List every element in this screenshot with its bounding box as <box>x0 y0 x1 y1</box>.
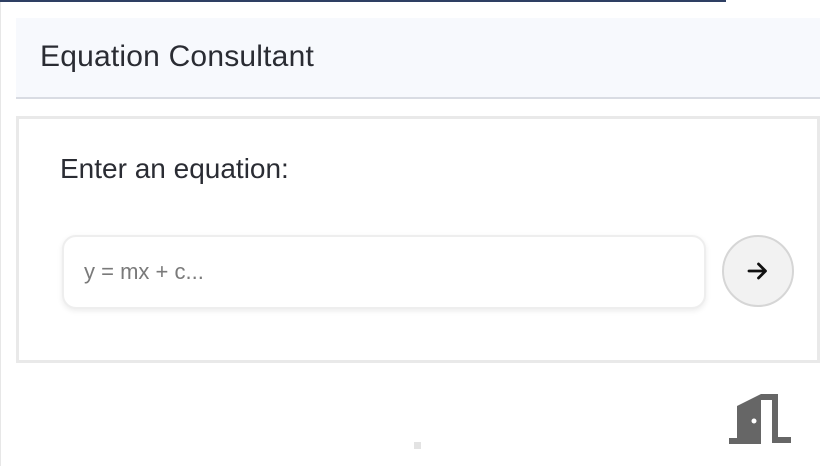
header: Equation Consultant <box>16 18 820 99</box>
equation-panel: Enter an equation: <box>16 116 820 363</box>
page-title: Equation Consultant <box>40 40 314 73</box>
equation-input[interactable] <box>62 235 706 309</box>
arrow-right-icon <box>747 262 767 280</box>
door-exit-icon <box>729 394 791 444</box>
left-divider <box>0 2 1 466</box>
exit-button[interactable] <box>727 392 793 446</box>
decorative-dot <box>414 442 421 449</box>
submit-button[interactable] <box>722 235 794 307</box>
equation-prompt-label: Enter an equation: <box>60 153 289 184</box>
app-window: Equation Consultant Enter an equation: <box>0 0 834 466</box>
top-border <box>0 0 726 2</box>
